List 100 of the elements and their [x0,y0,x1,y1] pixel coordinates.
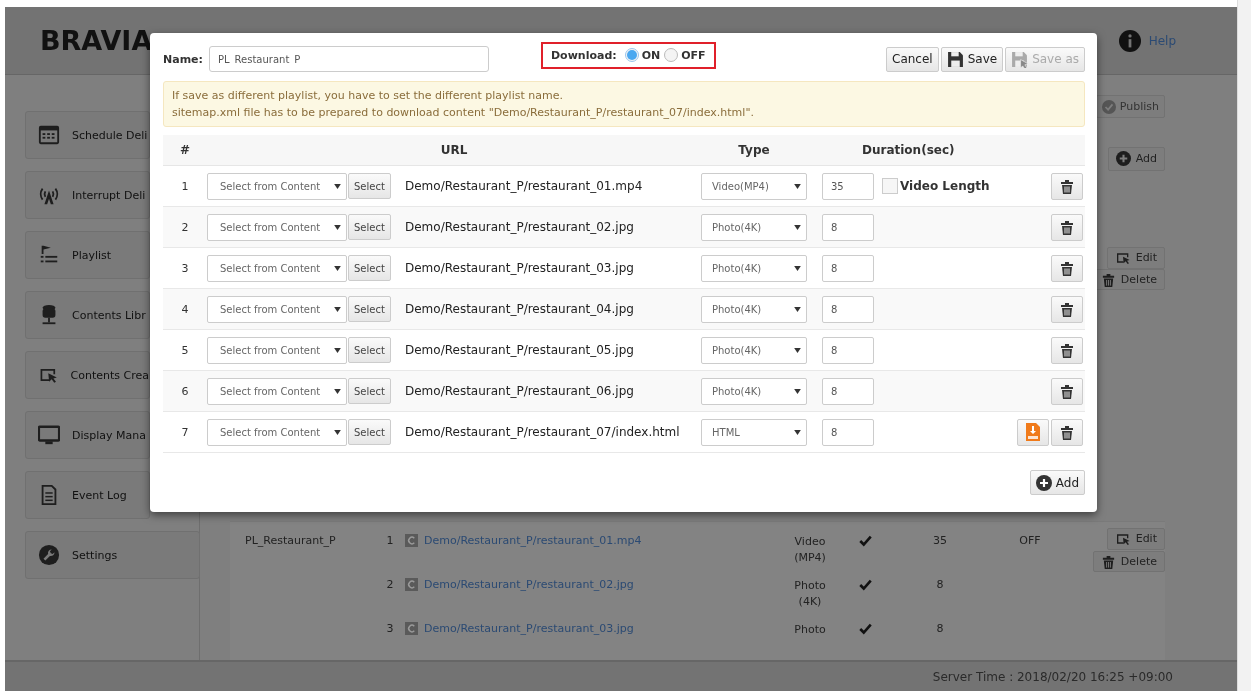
app-logo: BRAVIA [40,25,153,56]
add-button[interactable]: Add [1107,147,1165,171]
content-dropdown[interactable]: Select from Content [207,254,347,282]
floppy-disk-pointer-icon [1011,50,1029,68]
row-number: 3 [181,261,189,275]
calendar-icon [38,124,60,146]
content-icon [405,578,418,591]
type-dropdown[interactable]: Photo(4K) [701,213,807,241]
caret-icon [334,306,341,312]
info-icon [1118,29,1141,52]
delete-row-button[interactable] [1051,213,1083,241]
duration-field[interactable]: 8 [822,377,874,405]
table-cell: OFF [1019,534,1041,547]
duration-field[interactable]: 8 [822,418,874,446]
select-button[interactable]: Select [348,173,391,199]
column-header: URL [440,143,468,157]
select-button[interactable]: Select [348,337,391,363]
content-dropdown[interactable]: Select from Content [207,336,347,364]
plus-circle-icon [1035,474,1052,491]
duration-field[interactable]: 8 [822,295,874,323]
content-dropdown[interactable]: Select from Content [207,377,347,405]
select-button[interactable]: Select [348,419,391,445]
name-field[interactable]: PL_Restaurant_P [208,46,489,72]
sidebar-item[interactable]: Settings [25,531,200,579]
trash-icon [1059,424,1075,440]
caret-icon [794,183,801,189]
row-number: 1 [181,179,189,193]
table-cell: 1 [386,534,394,547]
caret-icon [334,224,341,230]
caret-icon [794,224,801,230]
type-dropdown[interactable]: Photo(4K) [701,254,807,282]
content-dropdown[interactable]: Select from Content [207,172,347,200]
add-row-button[interactable]: Add [1029,470,1085,495]
delete-row-button[interactable] [1051,254,1083,282]
delete-button[interactable]: Delete [1092,550,1165,572]
radio-label[interactable]: OFF [681,48,706,62]
save-button[interactable]: Save [940,46,1004,72]
select-button[interactable]: Select [348,255,391,281]
row-number: 5 [181,343,189,357]
select-button[interactable]: Select [348,214,391,240]
type-dropdown[interactable]: Photo(4K) [701,336,807,364]
caret-icon [794,265,801,271]
content-icon [405,534,418,547]
radio-label[interactable]: ON [641,48,661,62]
checkbox[interactable] [882,178,898,194]
delete-row-button[interactable] [1051,336,1083,364]
url-text: Demo/Restaurant_P/restaurant_02.jpg [405,220,634,234]
delete-row-button[interactable] [1051,377,1083,405]
trash-icon [1059,219,1075,235]
caret-icon [794,388,801,394]
caret-icon [794,306,801,312]
type-dropdown[interactable]: HTML [701,418,807,446]
sidebar-item[interactable]: Schedule Deli [25,111,150,159]
cancel-button[interactable]: Cancel [886,46,939,72]
table-cell: 8 [936,622,944,635]
duration-field[interactable]: 8 [822,254,874,282]
trash-icon [1059,383,1075,399]
sidebar-item[interactable]: Contents Crea [25,351,150,399]
duration-field[interactable]: 8 [822,336,874,364]
column-header: Type [738,143,770,157]
duration-field[interactable]: 35 [822,172,874,200]
table-cell-text: Video (MP4) [793,534,827,566]
type-dropdown[interactable]: Photo(4K) [701,295,807,323]
content-dropdown[interactable]: Select from Content [207,295,347,323]
caret-icon [334,347,341,353]
trash-icon [1059,301,1075,317]
notice-text: If save as different playlist, you have to set the different playlist name. [172,88,564,104]
radio-button[interactable] [664,48,679,62]
row-number: 2 [181,220,189,234]
sidebar-item[interactable]: Contents Libr [25,291,150,339]
delete-row-button[interactable] [1051,295,1083,323]
row-number: 7 [181,425,189,439]
caret-icon [794,347,801,353]
trash-icon [1059,342,1075,358]
url-text: Demo/Restaurant_P/restaurant_03.jpg [405,261,634,275]
edit-button[interactable]: Edit [1106,246,1165,269]
select-button[interactable]: Select [348,378,391,404]
column-header: Duration(sec) [862,143,955,157]
sidebar-item[interactable]: Playlist [25,231,150,279]
select-button[interactable]: Select [348,296,391,322]
caret-icon [334,265,341,271]
notice-text: sitemap.xml file has to be prepared to download content "Demo/Restaurant_P/restaurant_07/index.html". [172,105,755,121]
type-dropdown[interactable]: Video(MP4) [701,172,807,200]
content-icon [405,622,418,635]
caret-icon [334,388,341,394]
checkbox-label[interactable]: Video Length [900,179,990,193]
wrench-icon [38,544,60,566]
duration-field[interactable]: 8 [822,213,874,241]
edit-button[interactable]: Edit [1106,528,1165,550]
content-dropdown[interactable]: Select from Content [207,213,347,241]
playlist-name: PL_Restaurant_P [245,534,336,547]
delete-row-button[interactable] [1051,418,1083,446]
scrollbar[interactable] [1237,0,1251,691]
sidebar-item[interactable]: Interrupt Deli [25,171,150,219]
delete-row-button[interactable] [1051,172,1083,200]
sidebar-item[interactable]: Event Log [25,471,150,519]
type-dropdown[interactable]: Photo(4K) [701,377,807,405]
content-dropdown[interactable]: Select from Content [207,418,347,446]
radio-button[interactable] [624,48,639,62]
sidebar-item[interactable]: Display Mana [25,411,150,459]
